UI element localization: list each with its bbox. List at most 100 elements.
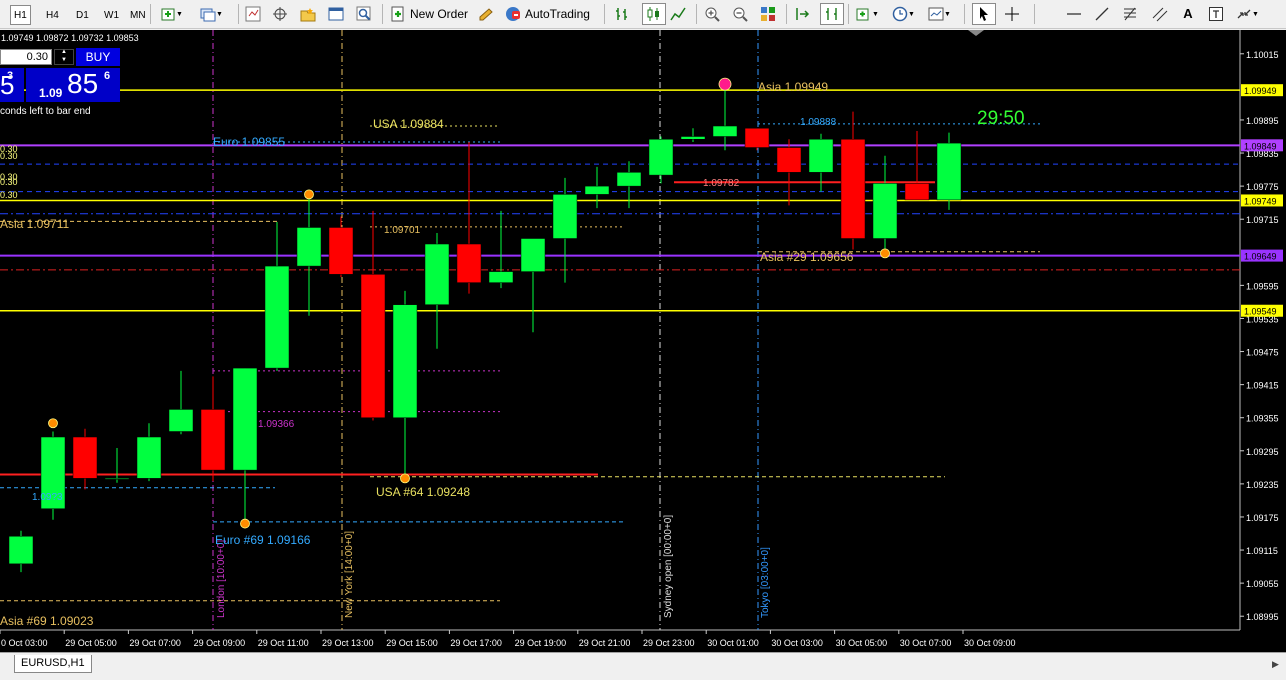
- candle-body[interactable]: [168, 409, 194, 432]
- fibonacci-icon: [1122, 6, 1138, 22]
- cursor-tool-button[interactable]: [972, 3, 996, 25]
- price-tick-label: 1.09295: [1246, 447, 1279, 457]
- candle-body[interactable]: [744, 127, 770, 148]
- new-order-label: New Order: [410, 7, 469, 21]
- line-chart-button[interactable]: [670, 3, 686, 25]
- buy-button[interactable]: BUY: [76, 48, 120, 66]
- candle-body[interactable]: [808, 139, 834, 173]
- candle-body[interactable]: [296, 227, 322, 267]
- candlestick-icon: [646, 6, 662, 22]
- data-window-button[interactable]: [328, 3, 344, 25]
- new-chart-icon: [160, 6, 176, 22]
- price-chart[interactable]: London [10:00+0] New York [14:00+0] Sydney…: [0, 30, 1286, 652]
- candle-body[interactable]: [680, 136, 706, 140]
- templates-icon: [928, 6, 944, 22]
- time-tick-label: 29 Oct 13:00: [322, 638, 374, 648]
- timeframe-d1-button[interactable]: D1: [72, 5, 93, 25]
- tokyo-session-label: Tokyo [03:00+0]: [760, 547, 771, 618]
- candle-body[interactable]: [328, 227, 354, 275]
- strategy-tester-button[interactable]: [356, 3, 372, 25]
- time-tick-label: 29 Oct 05:00: [65, 638, 117, 648]
- price-level-tag-label: 1.09949: [1244, 86, 1277, 96]
- new-chart-button[interactable]: ▼: [160, 3, 183, 25]
- separator: [848, 4, 849, 24]
- candle-body[interactable]: [488, 271, 514, 283]
- time-tick-label: 0 Oct 03:00: [1, 638, 48, 648]
- hline-tool-button[interactable]: [1066, 3, 1082, 25]
- trendline-tool-button[interactable]: [1094, 3, 1110, 25]
- metaeditor-button[interactable]: [478, 3, 494, 25]
- price-tick-label: 1.08995: [1246, 612, 1279, 622]
- price-tick-label: 1.09475: [1246, 348, 1279, 358]
- candle-body[interactable]: [232, 367, 258, 471]
- channel-icon: [1152, 6, 1168, 22]
- candle-body[interactable]: [936, 142, 962, 201]
- profiles-button[interactable]: ▼: [200, 3, 223, 25]
- candle-body[interactable]: [712, 125, 738, 137]
- candlestick-chart-button[interactable]: [642, 3, 666, 25]
- favorites-button[interactable]: [300, 3, 316, 25]
- chart-shift-button[interactable]: [820, 3, 844, 25]
- time-tick-label: 29 Oct 21:00: [579, 638, 631, 648]
- navigator-button[interactable]: [272, 3, 288, 25]
- zoom-out-button[interactable]: [732, 3, 748, 25]
- periods-button[interactable]: ▼: [892, 3, 915, 25]
- candle-body[interactable]: [552, 194, 578, 239]
- candle-body[interactable]: [616, 172, 642, 187]
- timeframe-mn-button[interactable]: MN: [126, 5, 150, 25]
- sell-price-button[interactable]: 5 3: [0, 68, 24, 102]
- candle-body[interactable]: [648, 139, 674, 176]
- crosshair-tool-button[interactable]: [1004, 3, 1020, 25]
- channel-tool-button[interactable]: [1152, 3, 1168, 25]
- autoscroll-button[interactable]: [794, 3, 810, 25]
- candle-body[interactable]: [8, 536, 34, 565]
- zoom-in-button[interactable]: [704, 3, 720, 25]
- candle-body[interactable]: [520, 238, 546, 272]
- candle-body[interactable]: [200, 409, 226, 471]
- chart-tab-eurusd[interactable]: EURUSD,H1: [14, 655, 92, 673]
- new-order-button[interactable]: New Order: [390, 3, 468, 25]
- market-watch-button[interactable]: [245, 3, 261, 25]
- lot-spinner[interactable]: ▲ ▼: [54, 49, 74, 65]
- chart-window[interactable]: London [10:00+0] New York [14:00+0] Sydney…: [0, 30, 1286, 652]
- usa64-label: USA #64 1.09248: [376, 485, 470, 499]
- candle-body[interactable]: [72, 436, 98, 479]
- candle-body[interactable]: [840, 139, 866, 239]
- candle-body[interactable]: [584, 185, 610, 195]
- arrows-tool-button[interactable]: ▼: [1236, 3, 1259, 25]
- candle-body[interactable]: [104, 478, 130, 480]
- time-tick-label: 29 Oct 09:00: [194, 638, 246, 648]
- timeframe-w1-button[interactable]: W1: [100, 5, 123, 25]
- bar-countdown-text: conds left to bar end: [0, 106, 91, 117]
- text-tool-button[interactable]: A: [1180, 3, 1196, 25]
- candle-body[interactable]: [136, 436, 162, 479]
- indicators-button[interactable]: ▼: [856, 3, 879, 25]
- value-09366-label: 1.09366: [258, 419, 295, 430]
- label-tool-button[interactable]: [1208, 3, 1224, 25]
- magnifier-chart-icon: [356, 6, 372, 22]
- candle-body[interactable]: [392, 304, 418, 418]
- candle-body[interactable]: [456, 243, 482, 283]
- autotrading-button[interactable]: AutoTrading: [505, 3, 590, 25]
- candle-body[interactable]: [872, 183, 898, 239]
- bar-chart-button[interactable]: [614, 3, 630, 25]
- tile-windows-button[interactable]: [760, 3, 776, 25]
- timeframe-h4-button[interactable]: H4: [42, 5, 63, 25]
- tabs-scroll-right-icon[interactable]: ▶: [1272, 659, 1282, 669]
- candle-body[interactable]: [776, 147, 802, 173]
- timeframe-h1-button[interactable]: H1: [10, 5, 31, 25]
- lot-size-input[interactable]: 0.30: [0, 49, 52, 65]
- candle-body[interactable]: [424, 243, 450, 305]
- value-09888-label: 1.09888: [800, 117, 837, 128]
- star-folder-icon: [300, 6, 316, 22]
- templates-button[interactable]: ▼: [928, 3, 951, 25]
- candle-body[interactable]: [264, 265, 290, 369]
- chart-shift-marker-icon[interactable]: [968, 30, 984, 36]
- fibo-tool-button[interactable]: [1122, 3, 1138, 25]
- buy-price-button[interactable]: 1.09 85 6: [26, 68, 120, 102]
- arrows-icon: [1236, 6, 1252, 22]
- time-tick-label: 29 Oct 17:00: [450, 638, 502, 648]
- candle-body[interactable]: [904, 183, 930, 201]
- time-tick-label: 30 Oct 03:00: [771, 638, 823, 648]
- candle-body[interactable]: [360, 274, 386, 418]
